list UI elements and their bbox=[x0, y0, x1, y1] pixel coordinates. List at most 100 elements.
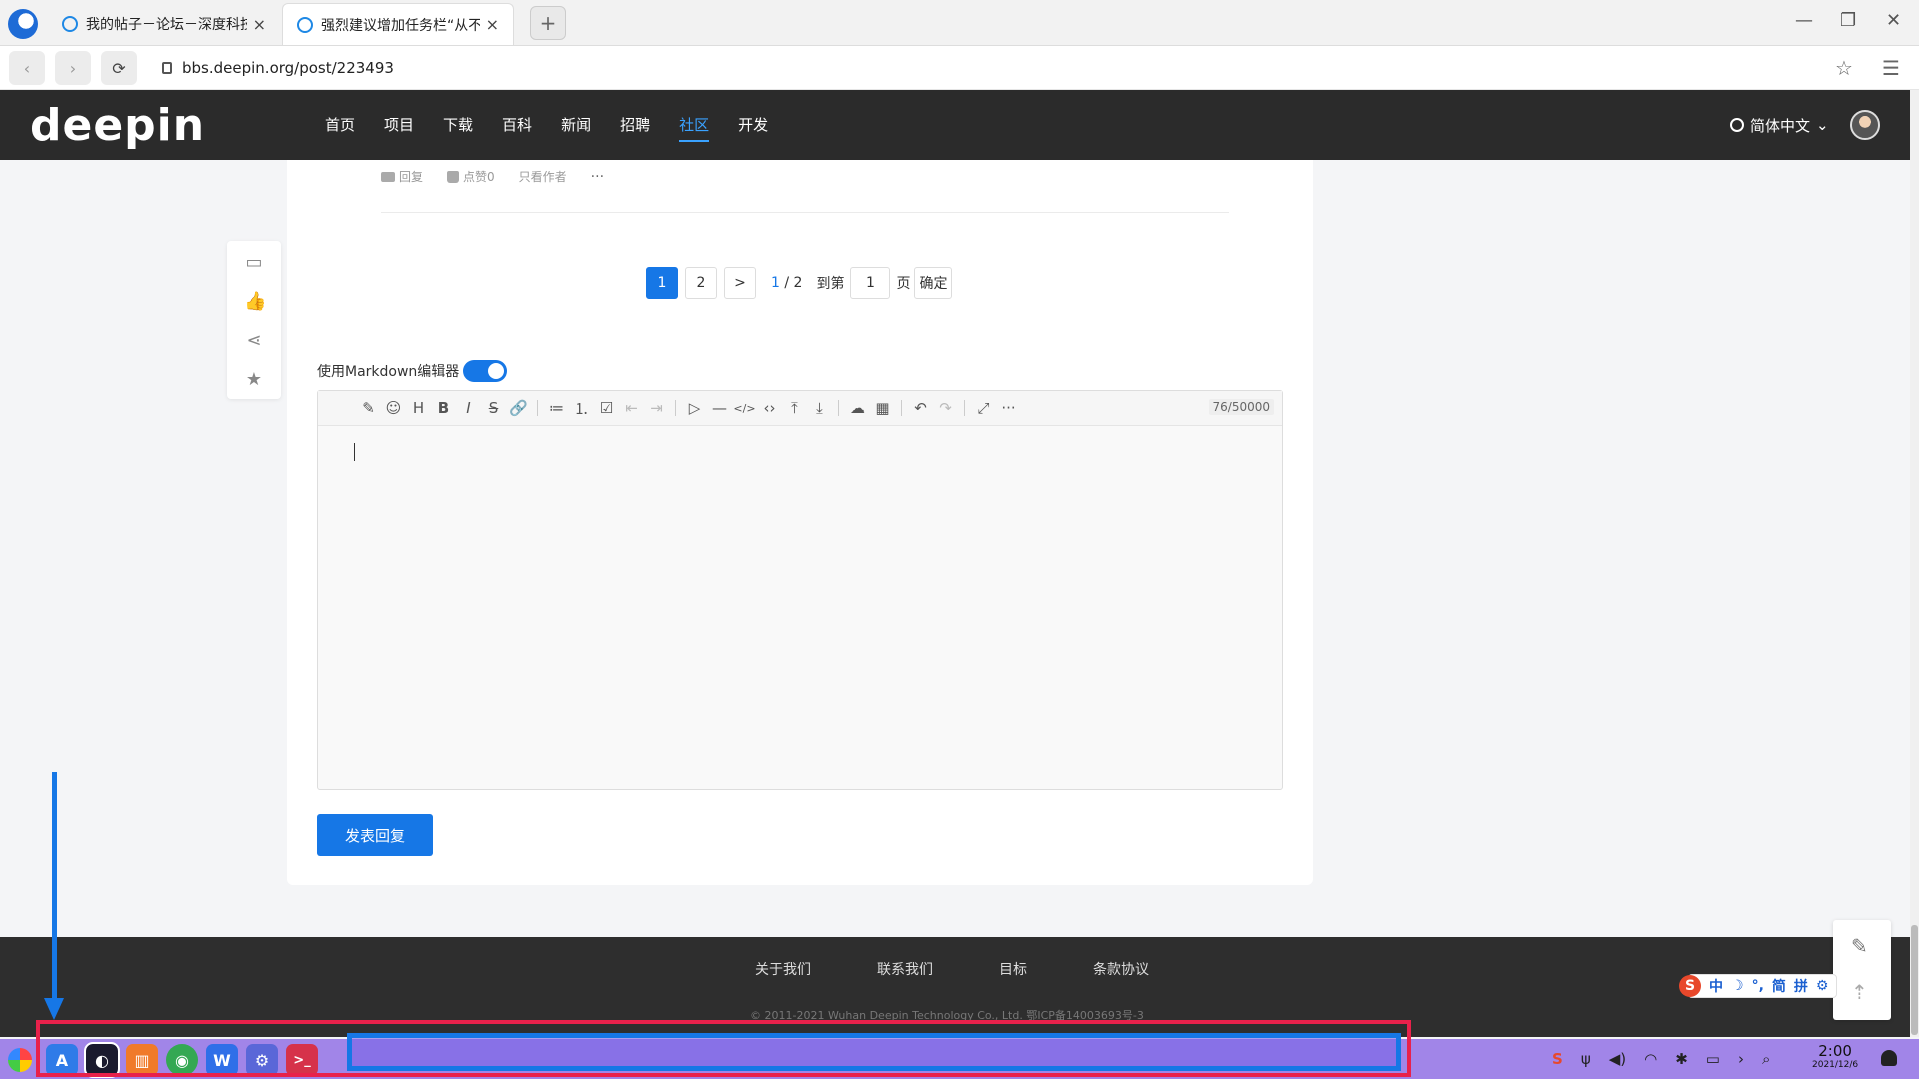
horizontal-rule-icon[interactable]: — bbox=[707, 399, 732, 417]
ime-toolbar: S 中 ☽ °, 简 拼 ⚙ bbox=[1679, 974, 1838, 998]
goto-page-input[interactable]: 1 bbox=[850, 267, 891, 299]
maximize-button[interactable]: ❐ bbox=[1840, 10, 1856, 31]
quote-icon[interactable]: ▷ bbox=[682, 399, 707, 417]
bookmark-star-icon[interactable]: ☆ bbox=[1835, 56, 1853, 80]
like-label: 点赞0 bbox=[463, 170, 495, 184]
upload-icon[interactable]: ☁ bbox=[845, 399, 870, 417]
clock[interactable]: 2:00 2021/12/6 bbox=[1812, 1043, 1858, 1071]
footer-links: 关于我们 联系我们 目标 条款协议 bbox=[755, 959, 1215, 979]
close-window-button[interactable]: ✕ bbox=[1886, 10, 1901, 31]
post-actions: 回复 点赞0 只看作者 ··· bbox=[381, 168, 628, 185]
undo-icon[interactable]: ↶ bbox=[908, 399, 933, 417]
browser-logo-icon[interactable] bbox=[8, 9, 38, 39]
nav-projects[interactable]: 项目 bbox=[384, 90, 414, 160]
chevron-down-icon: ⌄ bbox=[1816, 116, 1829, 134]
user-avatar[interactable] bbox=[1850, 110, 1880, 140]
forward-button[interactable]: › bbox=[55, 51, 91, 85]
nav-wiki[interactable]: 百科 bbox=[502, 90, 532, 160]
tab-close-icon[interactable]: × bbox=[486, 15, 499, 34]
ime-settings-icon[interactable]: ⚙ bbox=[1816, 978, 1829, 994]
bluetooth-icon[interactable]: ✱ bbox=[1675, 1050, 1688, 1068]
battery-icon[interactable]: ▭ bbox=[1706, 1050, 1720, 1068]
next-page-button[interactable]: > bbox=[724, 267, 756, 299]
launcher-icon[interactable] bbox=[8, 1048, 32, 1072]
minimize-button[interactable]: — bbox=[1795, 10, 1813, 31]
search-icon[interactable]: ⌕ bbox=[1762, 1050, 1770, 1068]
table-icon[interactable]: ▦ bbox=[870, 399, 895, 417]
page-1-button[interactable]: 1 bbox=[646, 267, 678, 299]
heading-icon[interactable]: H bbox=[406, 399, 431, 417]
tab-current-post[interactable]: 强烈建议增加任务栏“从不合并” × bbox=[282, 3, 514, 45]
wifi-icon[interactable]: ◠ bbox=[1644, 1050, 1657, 1068]
thumbs-up-icon[interactable]: 👍 bbox=[244, 292, 266, 312]
new-tab-button[interactable]: + bbox=[530, 6, 566, 40]
nav-community[interactable]: 社区 bbox=[679, 90, 710, 160]
submit-reply-button[interactable]: 发表回复 bbox=[317, 814, 433, 856]
goto-confirm-button[interactable]: 确定 bbox=[914, 267, 953, 299]
redo-icon[interactable]: ↷ bbox=[933, 399, 958, 417]
page-2-button[interactable]: 2 bbox=[685, 267, 717, 299]
nav-home[interactable]: 首页 bbox=[325, 90, 355, 160]
insert-before-icon[interactable]: ⤒ bbox=[782, 399, 807, 417]
url-field[interactable]: bbs.deepin.org/post/223493 bbox=[150, 53, 1890, 83]
strikethrough-icon[interactable]: S bbox=[481, 399, 506, 417]
like-action[interactable]: 点赞0 bbox=[447, 168, 495, 185]
ime-chinese-mode[interactable]: 中 bbox=[1709, 976, 1723, 996]
usb-icon[interactable]: ψ bbox=[1581, 1050, 1591, 1068]
code-icon[interactable]: </> bbox=[732, 402, 757, 415]
italic-icon[interactable]: I bbox=[456, 399, 481, 417]
link-icon[interactable]: 🔗 bbox=[506, 399, 531, 417]
inline-code-icon[interactable]: ‹› bbox=[757, 399, 782, 417]
reply-action[interactable]: 回复 bbox=[381, 168, 423, 185]
comment-icon[interactable]: ▭ bbox=[244, 253, 264, 273]
ime-pinyin[interactable]: 拼 bbox=[1794, 976, 1808, 996]
edit-icon[interactable]: ✎ bbox=[356, 399, 381, 417]
footer-link-terms[interactable]: 条款协议 bbox=[1093, 959, 1149, 979]
pencil-icon[interactable]: ✎ bbox=[1851, 934, 1868, 958]
footer-link-contact[interactable]: 联系我们 bbox=[877, 959, 933, 979]
footer-link-about[interactable]: 关于我们 bbox=[755, 959, 811, 979]
volume-icon[interactable]: ◀) bbox=[1609, 1050, 1626, 1068]
indent-icon[interactable]: ⇥ bbox=[644, 399, 669, 417]
checklist-icon[interactable]: ☑ bbox=[594, 399, 619, 417]
ime-simplified[interactable]: 简 bbox=[1772, 976, 1786, 996]
browser-menu-icon[interactable]: ☰ bbox=[1882, 56, 1900, 80]
reload-button[interactable]: ⟳ bbox=[101, 51, 137, 85]
language-selector[interactable]: 简体中文 ⌄ bbox=[1730, 90, 1829, 160]
markdown-switch[interactable] bbox=[463, 360, 508, 382]
bold-icon[interactable]: B bbox=[431, 399, 456, 417]
page-scrollbar[interactable] bbox=[1910, 90, 1919, 1037]
insert-after-icon[interactable]: ⤓ bbox=[807, 399, 832, 417]
emoji-icon[interactable]: ☺ bbox=[381, 399, 406, 417]
pagination: 1 2 > 1 / 2 到第 1 页 确定 bbox=[646, 267, 953, 299]
ordered-list-icon[interactable]: ⒈ bbox=[569, 398, 594, 419]
tray-expand-icon[interactable]: › bbox=[1738, 1050, 1744, 1068]
footer-link-goals[interactable]: 目标 bbox=[999, 959, 1027, 979]
nav-news[interactable]: 新闻 bbox=[561, 90, 591, 160]
more-icon[interactable]: ··· bbox=[591, 169, 604, 185]
sogou-ime-icon[interactable]: S bbox=[1679, 975, 1701, 997]
back-to-top-icon[interactable]: ⇡ bbox=[1851, 980, 1868, 1004]
author-only-action[interactable]: 只看作者 bbox=[519, 168, 567, 185]
reply-editor: ✎ ☺ H B I S 🔗 ≔ ⒈ ☑ ⇤ ⇥ ▷ — </> ‹› ⤒ ⤓ ☁… bbox=[317, 390, 1283, 790]
nav-download[interactable]: 下载 bbox=[443, 90, 473, 160]
notification-bell-icon[interactable] bbox=[1881, 1050, 1897, 1066]
ime-moon-icon[interactable]: ☽ bbox=[1731, 978, 1744, 994]
ime-punctuation[interactable]: °, bbox=[1752, 978, 1764, 994]
back-button[interactable]: ‹ bbox=[9, 51, 45, 85]
thumbs-up-icon bbox=[447, 170, 460, 183]
fullscreen-icon[interactable]: ⤢ bbox=[971, 399, 996, 417]
sogou-tray-icon[interactable]: S bbox=[1552, 1050, 1563, 1068]
scrollbar-thumb[interactable] bbox=[1911, 925, 1918, 1035]
outdent-icon[interactable]: ⇤ bbox=[619, 399, 644, 417]
share-icon[interactable]: ⋖ bbox=[244, 331, 264, 351]
tab-my-posts[interactable]: 我的帖子－论坛－深度科技 × bbox=[48, 3, 280, 45]
deepin-logo[interactable]: deepin bbox=[30, 100, 205, 151]
nav-jobs[interactable]: 招聘 bbox=[620, 90, 650, 160]
bullet-list-icon[interactable]: ≔ bbox=[544, 399, 569, 417]
nav-develop[interactable]: 开发 bbox=[738, 90, 768, 160]
tab-close-icon[interactable]: × bbox=[253, 15, 266, 34]
globe-icon bbox=[1730, 118, 1744, 132]
more-icon[interactable]: ··· bbox=[996, 399, 1021, 417]
favorite-star-icon[interactable]: ★ bbox=[244, 370, 264, 390]
